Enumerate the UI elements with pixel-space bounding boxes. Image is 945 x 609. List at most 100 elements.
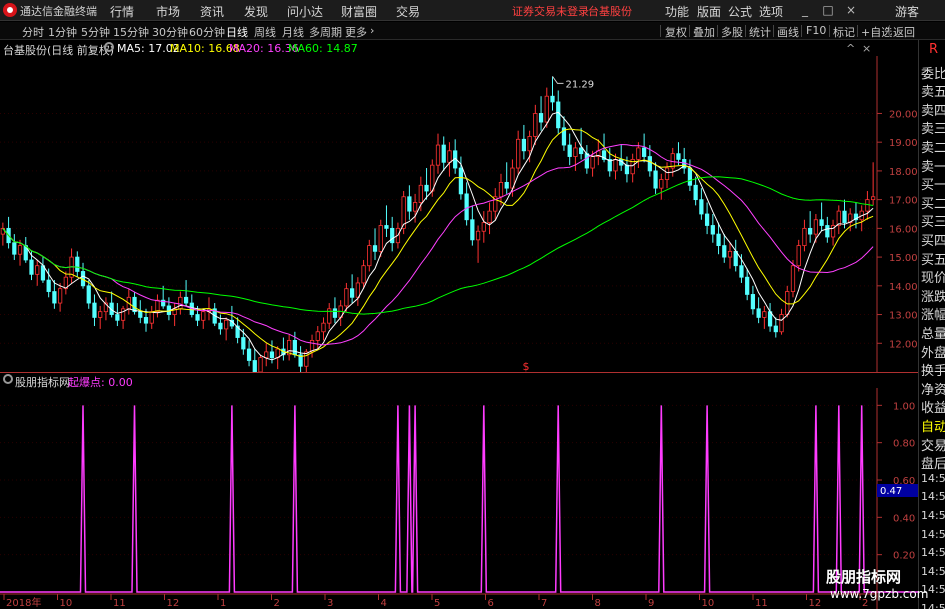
side-panel-item[interactable]: 委比 — [921, 63, 945, 82]
candle-body — [155, 299, 160, 313]
side-panel-item[interactable]: 卖四 — [921, 100, 945, 119]
close-panel-icon[interactable]: × — [862, 42, 871, 55]
menu-layout[interactable]: 版面 — [697, 3, 721, 20]
period-monthly[interactable]: 月线 — [282, 24, 304, 40]
price-tick-label: 18.00 — [889, 167, 918, 178]
indicator-tick-label: 0.20 — [893, 551, 915, 562]
close-icon[interactable]: × — [841, 1, 861, 19]
period-5min[interactable]: 5分钟 — [81, 24, 110, 40]
side-panel-item[interactable]: 14:56 — [921, 528, 945, 541]
menu-news[interactable]: 资讯 — [200, 3, 224, 20]
side-panel-item[interactable]: 买四 — [921, 230, 945, 249]
adjust-button[interactable]: 复权 — [665, 24, 687, 40]
candle-body — [556, 101, 561, 129]
candle-body — [349, 288, 355, 298]
draw-line-button[interactable]: 画线 — [777, 24, 799, 40]
side-panel-item[interactable]: 涨跌 — [921, 286, 945, 305]
side-panel-item[interactable]: 买一 — [921, 174, 945, 193]
side-panel-item[interactable]: 14:56 — [921, 565, 945, 578]
candle-body — [224, 319, 229, 330]
minimize-icon[interactable]: _ — [795, 1, 815, 19]
overlay-button[interactable]: 叠加 — [693, 24, 715, 40]
side-panel-item[interactable]: R — [929, 42, 938, 57]
side-panel-item[interactable]: 卖一 — [921, 156, 945, 175]
period-1min[interactable]: 1分钟 — [48, 24, 77, 40]
side-panel-item[interactable]: 交易 — [921, 435, 945, 454]
candle-body — [390, 227, 395, 244]
side-panel-item[interactable]: 买二 — [921, 193, 945, 212]
quote-side-panel: R 委比 卖五 卖四 卖三 卖二 卖一 买一 买二 买三 买四 买五 现价 涨跌 涨幅 总量 外盘 换手 净资 收益自… — [918, 40, 945, 609]
menu-trade[interactable]: 交易 — [396, 3, 420, 20]
candle-body — [367, 245, 372, 267]
candle-body — [762, 311, 767, 318]
candle-body — [521, 138, 527, 152]
candle-body — [132, 296, 137, 313]
back-button[interactable]: 返回 — [893, 24, 915, 40]
chevron-up-icon[interactable]: ^ — [846, 42, 855, 55]
indicator-settings-icon[interactable] — [3, 374, 13, 384]
candle-body — [642, 147, 647, 157]
f10-button[interactable]: F10 — [806, 24, 826, 37]
pane-divider — [0, 372, 918, 373]
side-panel-item[interactable]: 卖三 — [921, 118, 945, 137]
period-15min[interactable]: 15分钟 — [113, 24, 149, 40]
indicator-chart[interactable]: 1.000.800.600.400.20 2018年 10 11 12 1 2 3 4 5 6 7 8… — [0, 388, 918, 609]
statistics-button[interactable]: 统计 — [749, 24, 771, 40]
menu-assistant[interactable]: 问小达 — [287, 3, 323, 20]
candle-body — [659, 179, 664, 189]
candle-body — [813, 219, 819, 235]
chevron-right-icon[interactable]: › — [370, 24, 374, 37]
date-tick-label: 3 — [327, 598, 333, 609]
side-panel-item[interactable]: 外盘 — [921, 342, 945, 361]
menu-function[interactable]: 功能 — [665, 3, 689, 20]
menu-options[interactable]: 选项 — [759, 3, 783, 20]
menu-discover[interactable]: 发现 — [244, 3, 268, 20]
menu-market[interactable]: 市场 — [156, 3, 180, 20]
side-panel-item[interactable]: 买五 — [921, 249, 945, 268]
date-tick-label: 12 — [809, 598, 822, 609]
ma60-label: MA60: 14.87 — [288, 42, 358, 55]
side-panel-item[interactable]: 14:56 — [921, 472, 945, 485]
period-intraday[interactable]: 分时 — [22, 24, 44, 40]
side-panel-item[interactable]: 卖二 — [921, 137, 945, 156]
menu-formula[interactable]: 公式 — [728, 3, 752, 20]
menu-quotes[interactable]: 行情 — [110, 3, 134, 20]
period-multi[interactable]: 多周期 — [309, 24, 342, 40]
user-guest[interactable]: 游客 — [895, 3, 919, 20]
side-panel-item[interactable]: 净资 — [921, 379, 945, 398]
maximize-icon[interactable]: □ — [818, 1, 838, 19]
side-panel-item[interactable]: 现价 — [921, 267, 945, 286]
period-more[interactable]: 更多 — [345, 24, 367, 40]
candle-body — [544, 95, 549, 123]
candle-body — [579, 147, 584, 155]
side-panel-item[interactable]: 总量 — [921, 323, 945, 342]
side-panel-item[interactable]: 换手 — [921, 360, 945, 379]
side-panel-item[interactable]: 卖五 — [921, 81, 945, 100]
side-panel-item[interactable]: 14:56 — [921, 602, 945, 609]
menu-wealth-circle[interactable]: 财富圈 — [341, 3, 377, 20]
login-status[interactable]: 证券交易未登录 — [512, 3, 589, 19]
candle-body — [98, 311, 103, 318]
side-panel-item[interactable]: 涨幅 — [921, 304, 945, 323]
side-panel-item[interactable]: 14:56 — [921, 509, 945, 522]
candlestick-chart[interactable]: 20.00 19.00 18.00 17.00 16.00 15.00 14.00 13.00… — [0, 56, 918, 372]
date-tick-label: 11 — [755, 598, 768, 609]
side-panel-item[interactable]: 盘后 — [921, 453, 945, 472]
side-panel-item[interactable]: 14:56 — [921, 490, 945, 503]
period-30min[interactable]: 30分钟 — [152, 24, 188, 40]
toolbar-divider — [829, 25, 830, 37]
add-watchlist-button[interactable]: +自选 — [861, 24, 892, 40]
period-daily[interactable]: 日线 — [226, 24, 248, 40]
settings-icon[interactable] — [104, 42, 114, 52]
side-panel-item[interactable]: 收益 — [921, 397, 945, 416]
period-60min[interactable]: 60分钟 — [189, 24, 225, 40]
candle-body — [475, 230, 481, 241]
side-panel-item[interactable]: 14:56 — [921, 546, 945, 559]
high-label: 21.29 — [566, 79, 595, 90]
period-weekly[interactable]: 周线 — [254, 24, 276, 40]
candle-body — [315, 331, 320, 341]
side-panel-item[interactable]: 买三 — [921, 211, 945, 230]
mark-button[interactable]: 标记 — [833, 24, 855, 40]
side-panel-item[interactable]: 自动 — [921, 416, 945, 435]
multi-stock-button[interactable]: 多股 — [721, 24, 743, 40]
